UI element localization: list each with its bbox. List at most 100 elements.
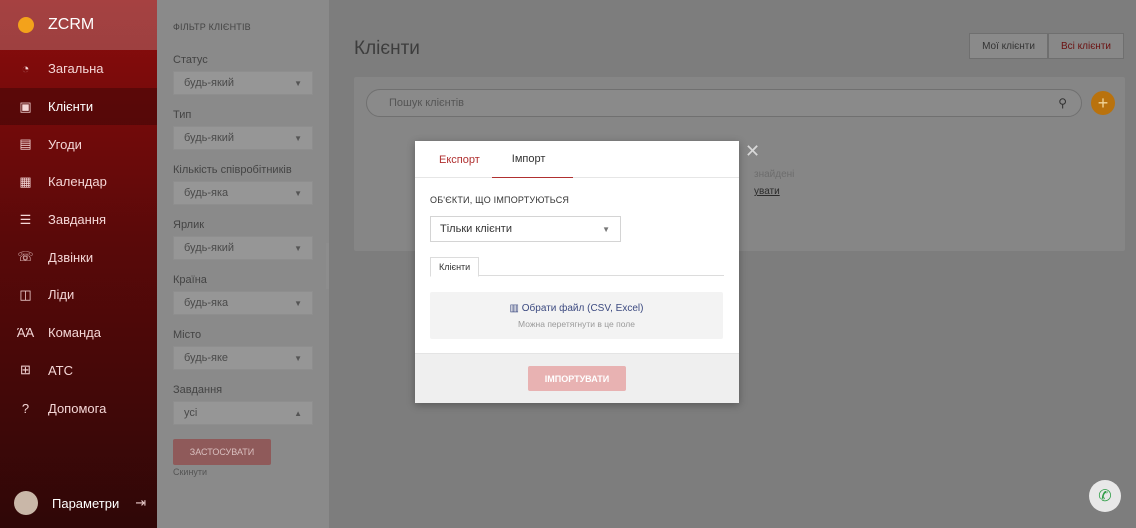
filter-select[interactable]: будь-який ▼ [173,236,313,260]
tab-import[interactable]: Імпорт [491,141,574,178]
help-icon: ? [21,400,30,416]
add-client-button[interactable]: + [1091,91,1115,115]
filter-employees: Кількість співробітників будь-яка ▼ [173,164,313,205]
chevron-down-icon: ▼ [602,224,610,234]
clients-scope-toggle: Мої клієнти Всі клієнти [969,33,1124,59]
search-input[interactable]: Пошук клієнтів ⚲ [366,89,1082,117]
filter-value: будь-який [184,242,235,254]
sidebar-item-label: АТС [48,362,73,378]
sidebar-item-label: Клієнти [48,99,94,115]
settings-label[interactable]: Параметри [52,496,119,511]
leads-icon: ◫ [19,286,32,302]
filter-type: Тип будь-який ▼ [173,109,313,150]
sidebar-item-label: Завдання [48,212,107,228]
file-drop-zone[interactable]: ▥ Обрати файл (CSV, Excel) Можна перетяг… [430,292,723,339]
sidebar-item-team[interactable]: ΆΆ Команда [0,314,157,352]
filter-country: Країна будь-яка ▼ [173,274,313,315]
filter-label: Тип [173,109,192,121]
tasks-icon: ☰ [19,211,32,227]
modal-footer: ІМПОРТУВАТИ [415,353,739,403]
drop-hint: Можна перетягнути в це поле [518,318,635,329]
page-title: Клієнти [354,38,420,59]
clients-icon: ▣ [19,98,32,114]
filter-select[interactable]: будь-яке ▼ [173,346,313,370]
calendar-icon: ▦ [19,173,32,189]
import-export-modal: Експорт Імпорт ✕ ОБ'ЄКТИ, ЩО ІМПОРТУЮТЬС… [415,141,760,403]
import-objects-value: Тільки клієнти [440,223,512,235]
empty-state-text: знайдені [754,169,795,180]
phone-icon: ☏ [17,249,34,265]
filter-tasks: Завдання усі ▲ [173,384,313,425]
filter-title: ФІЛЬТР КЛІЄНТІВ [173,22,251,32]
sidebar-item-label: Дзвінки [48,249,94,265]
apply-filters-button[interactable]: ЗАСТОСУВАТИ [173,439,271,465]
sidebar-item-label: Ліди [48,287,75,303]
sidebar-item-label: Календар [48,174,107,190]
sidebar-item-help[interactable]: ? Допомога [0,389,157,427]
file-icon: ▥ [509,302,519,314]
empty-state-link[interactable]: увати [754,186,780,197]
chevron-down-icon: ▼ [294,353,302,363]
filter-label: Місто [173,329,202,341]
team-icon: ΆΆ [16,325,35,341]
filter-value: усі [184,407,198,419]
sidebar-item-calendar[interactable]: ▦ Календар [0,163,157,201]
search-icon[interactable]: ⚲ [1058,96,1067,110]
logout-icon[interactable]: ⇥ [135,495,146,511]
filter-status: Статус будь-який ▼ [173,54,313,95]
phone-icon: ✆ [1098,488,1112,505]
filter-select[interactable]: будь-який ▼ [173,126,313,150]
filter-select[interactable]: будь-яка ▼ [173,291,313,315]
filter-tag: Ярлик будь-який ▼ [173,219,313,260]
filter-select[interactable]: усі ▲ [173,401,313,425]
plus-icon: + [1097,92,1109,113]
sidebar-item-leads[interactable]: ◫ Ліди [0,276,157,314]
sidebar-item-label: Команда [48,325,101,341]
deals-icon: ▤ [19,136,32,152]
filter-value: будь-яке [184,352,229,364]
pbx-icon: ⊞ [20,362,31,378]
sidebar-item-tasks[interactable]: ☰ Завдання [0,201,157,239]
filter-select[interactable]: будь-яка ▼ [173,181,313,205]
choose-file-link[interactable]: ▥ Обрати файл (CSV, Excel) [510,303,644,314]
filter-label: Країна [173,274,207,286]
filter-city: Місто будь-яке ▼ [173,329,313,370]
sidebar-item-clients[interactable]: ▣ Клієнти [0,87,157,126]
chevron-down-icon: ▼ [294,243,302,253]
filter-label: Завдання [173,384,223,396]
chevron-up-icon: ▲ [294,408,302,418]
filter-label: Кількість співробітників [173,164,292,176]
filter-label: Ярлик [173,219,205,231]
app-name: ZCRM [48,16,95,33]
import-objects-select[interactable]: Тільки клієнти ▼ [430,216,621,242]
filter-value: будь-який [184,132,235,144]
tab-export[interactable]: Експорт [427,141,492,178]
filter-label: Статус [173,54,208,66]
my-clients-button[interactable]: Мої клієнти [969,33,1048,59]
close-icon[interactable]: ✕ [745,141,760,162]
sidebar-item-pbx[interactable]: ⊞ АТС [0,352,157,390]
sidebar-item-deals[interactable]: ▤ Угоди [0,125,157,163]
sidebar-item-calls[interactable]: ☏ Дзвінки [0,238,157,276]
import-subtabs: Клієнти [430,257,724,277]
chevron-down-icon: ▼ [294,188,302,198]
sidebar-item-general[interactable]: ◔ Загальна [0,50,157,88]
reset-filters-link[interactable]: Скинути [173,467,313,477]
chevron-down-icon: ▼ [294,298,302,308]
filter-select[interactable]: будь-який ▼ [173,71,313,95]
all-clients-button[interactable]: Всі клієнти [1047,33,1124,59]
sidebar-settings[interactable]: Параметри ⇥ [0,478,157,528]
import-button[interactable]: ІМПОРТУВАТИ [528,366,626,391]
choose-file-label: Обрати файл (CSV, Excel) [521,302,644,314]
sidebar: ZCRM ◔ Загальна ▣ Клієнти ▤ Угоди ▦ Кале… [0,0,157,528]
app-logo[interactable]: ZCRM [0,0,157,50]
subtab-clients[interactable]: Клієнти [430,257,480,277]
import-objects-label: ОБ'ЄКТИ, ЩО ІМПОРТУЮТЬСЯ [430,195,570,205]
modal-tabs: Експорт Імпорт [415,141,739,178]
chevron-down-icon: ▼ [294,78,302,88]
sidebar-item-label: Угоди [48,136,82,152]
call-button[interactable]: ✆ [1089,480,1121,512]
filter-value: будь-яка [184,187,229,199]
sidebar-item-label: Загальна [48,61,104,77]
avatar[interactable] [14,491,38,515]
